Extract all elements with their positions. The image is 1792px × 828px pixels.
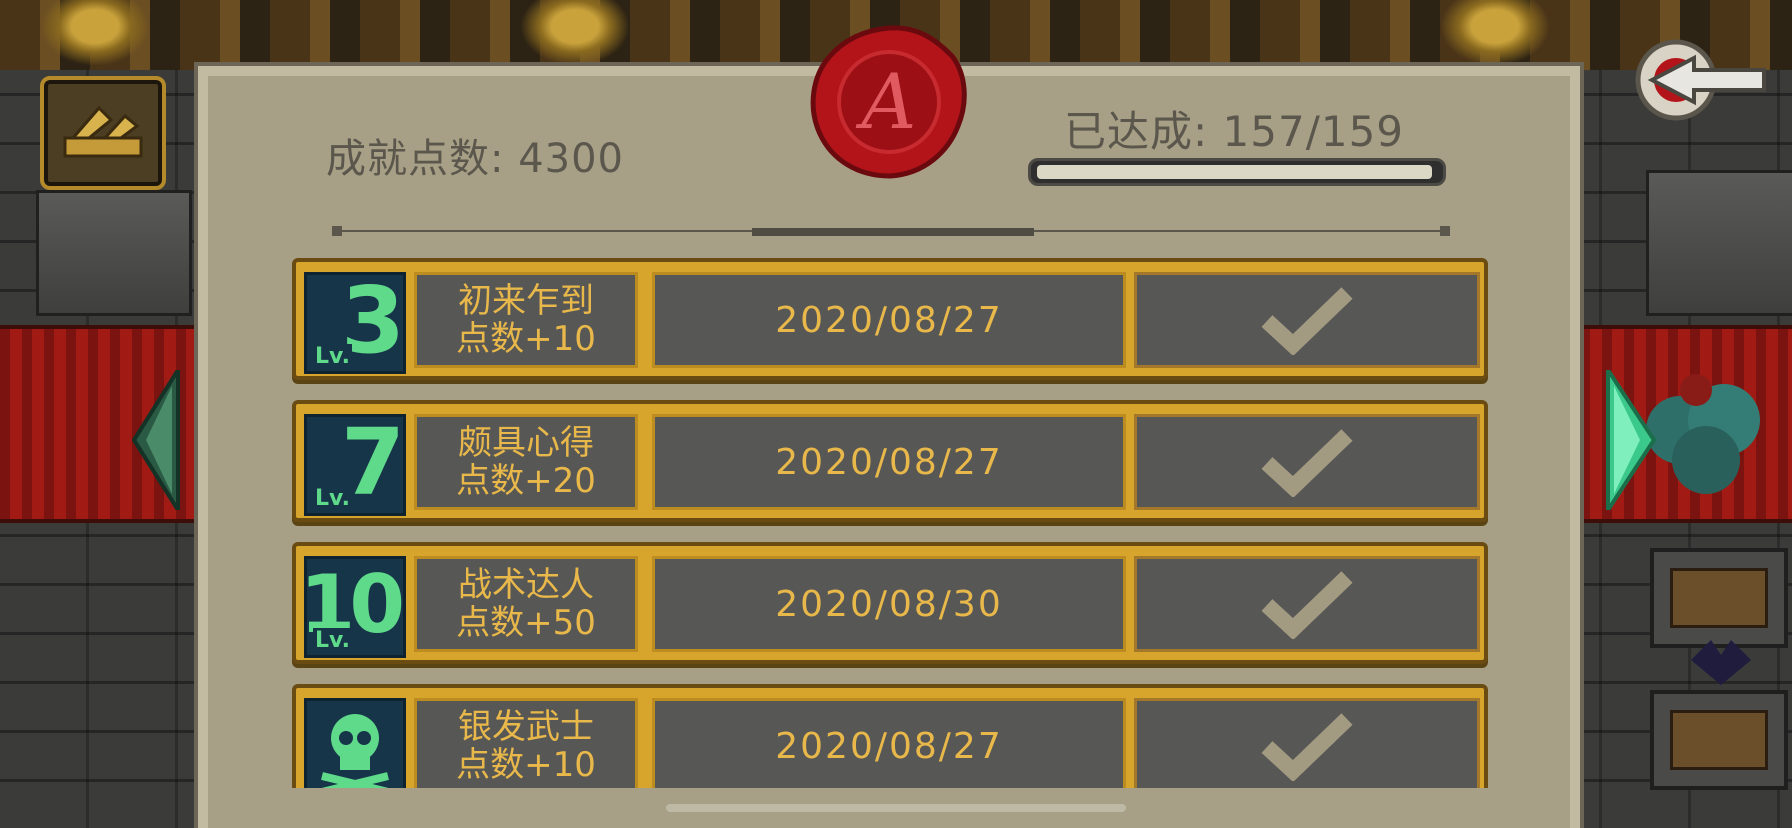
level-label: Lv. (313, 628, 352, 653)
level-badge: 3 Lv. (304, 271, 406, 374)
achievement-points: 成就点数: 4300 (326, 136, 624, 182)
achievement-row[interactable]: 银发武士 点数+10 2020/08/27 (292, 684, 1488, 788)
home-indicator[interactable] (666, 804, 1126, 812)
points-value: 4300 (518, 136, 624, 182)
pedestal-left (36, 190, 192, 316)
achievement-name-box: 战术达人 点数+50 (414, 556, 638, 652)
achievement-reward: 点数+10 (456, 745, 596, 785)
back-button[interactable] (1632, 32, 1772, 128)
checkmark-icon (1261, 571, 1353, 639)
forge-button[interactable] (40, 76, 166, 190)
achievement-name: 颇具心得 (458, 423, 594, 463)
header-divider (332, 226, 1450, 236)
achievement-status (1134, 272, 1480, 368)
skull-badge (304, 698, 406, 788)
wax-seal-icon: A (810, 25, 967, 179)
achievement-name-box: 初来乍到 点数+10 (414, 272, 638, 368)
back-arrow-icon (1635, 39, 1766, 121)
wax-seal: A (806, 22, 972, 182)
achievement-name: 战术达人 (458, 565, 594, 605)
achievement-name-box: 银发武士 点数+10 (414, 698, 638, 788)
display-cell (1650, 690, 1788, 790)
achievement-row[interactable]: 10 Lv. 战术达人 点数+50 2020/08/30 (292, 542, 1488, 664)
achievement-name: 银发武士 (458, 707, 594, 747)
bat-creature-decoration (1691, 640, 1751, 685)
checkmark-icon (1261, 287, 1353, 355)
achievement-status (1134, 556, 1480, 652)
achievement-status (1134, 414, 1480, 510)
achievement-reward: 点数+10 (456, 319, 596, 359)
progress-fill (1037, 165, 1432, 179)
level-badge: 7 Lv. (304, 413, 406, 516)
points-label: 成就点数 (326, 136, 490, 182)
seal-letter: A (856, 57, 917, 146)
achievement-date: 2020/08/27 (652, 698, 1126, 788)
gold-statue-decoration (1440, 0, 1550, 66)
level-badge: 10 Lv. (300, 556, 406, 658)
gold-statue-decoration (520, 0, 630, 66)
achievement-date: 2020/08/27 (652, 414, 1126, 510)
pedestal-right (1646, 170, 1792, 316)
prev-page-arrow[interactable] (128, 370, 188, 510)
achievement-name: 初来乍到 (458, 281, 594, 321)
level-label: Lv. (313, 344, 352, 369)
achieved-count: 已达成: 157/159 (1064, 107, 1405, 156)
achievement-date: 2020/08/30 (652, 556, 1126, 652)
achievement-reward: 点数+50 (456, 603, 596, 643)
achievement-name-box: 颇具心得 点数+20 (414, 414, 638, 510)
achievement-list[interactable]: 3 Lv. 初来乍到 点数+10 2020/08/27 7 Lv. 颇具心得 点… (292, 258, 1488, 788)
achievement-status (1134, 698, 1480, 788)
level-label: Lv. (313, 486, 352, 511)
achievement-row[interactable]: 3 Lv. 初来乍到 点数+10 2020/08/27 (292, 258, 1488, 380)
skull-icon (321, 714, 389, 788)
next-page-arrow[interactable] (1600, 370, 1660, 510)
checkmark-icon (1261, 429, 1353, 497)
achieved-value: 157/159 (1222, 107, 1405, 156)
achievement-reward: 点数+20 (456, 461, 596, 501)
achieved-label: 已达成 (1064, 107, 1194, 156)
achievement-progress-bar (1028, 158, 1446, 186)
achievement-row[interactable]: 7 Lv. 颇具心得 点数+20 2020/08/27 (292, 400, 1488, 522)
checkmark-icon (1261, 713, 1353, 781)
hammer-icon (63, 105, 143, 158)
gold-statue-decoration (40, 0, 150, 66)
achievement-date: 2020/08/27 (652, 272, 1126, 368)
